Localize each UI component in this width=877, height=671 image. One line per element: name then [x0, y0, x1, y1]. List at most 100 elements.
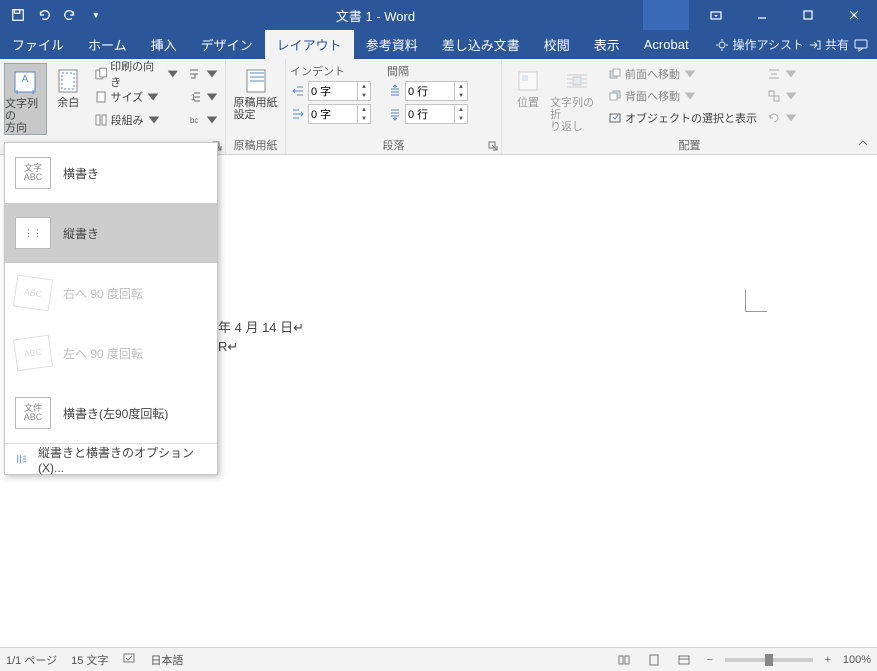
margins-label: 余白 — [57, 97, 79, 109]
save-button[interactable] — [6, 3, 30, 27]
direction-options-label: 縦書きと横書きのオプション(X)... — [38, 444, 207, 475]
align-button[interactable] — [765, 63, 800, 85]
window-title: 文書 1 - Word — [108, 6, 643, 25]
indent-left-input[interactable]: ▲▼ — [308, 81, 371, 101]
doc-line-1: 年 4 月 14 日↵ — [218, 317, 304, 336]
tab-mailings[interactable]: 差し込み文書 — [430, 30, 532, 59]
direction-vertical[interactable]: ⋮⋮縦書き — [5, 203, 217, 263]
language[interactable]: 日本語 — [150, 652, 183, 668]
ribbon-options-button[interactable] — [693, 0, 739, 30]
tab-acrobat[interactable]: Acrobat — [632, 30, 701, 59]
minimize-button[interactable] — [739, 0, 785, 30]
tab-review[interactable]: 校閲 — [532, 30, 582, 59]
paragraph-group-label: 段落 — [286, 136, 501, 154]
word-count[interactable]: 15 文字 — [71, 652, 108, 668]
collapse-ribbon-button[interactable] — [853, 134, 873, 152]
spacing-after-input[interactable]: ▲▼ — [405, 104, 468, 124]
send-backward-button[interactable]: 背面へ移動 — [606, 85, 759, 107]
view-read-mode[interactable] — [613, 651, 635, 669]
page-corner-mark — [745, 290, 767, 312]
qat-customize[interactable]: ▼ — [84, 3, 108, 27]
wrap-label: 文字列の折 り返し — [550, 97, 604, 133]
rotate-button[interactable] — [765, 107, 800, 129]
size-label: サイズ — [111, 89, 144, 105]
spacing-before-icon — [387, 83, 403, 99]
spellcheck-icon[interactable] — [122, 651, 136, 668]
ribbon: A 文字列の 方向 余白 印刷の向き サイズ 段組み 1 bc — [0, 59, 877, 155]
text-direction-label: 文字列の 方向 — [5, 98, 46, 134]
view-print-layout[interactable] — [643, 651, 665, 669]
text-direction-menu: 文字 ABC横書き ⋮⋮縦書き ABC右へ 90 度回転 ABC左へ 90 度回… — [4, 142, 218, 475]
tell-me[interactable]: 操作アシスト — [715, 36, 804, 53]
send-backward-label: 背面へ移動 — [625, 88, 680, 104]
tab-home[interactable]: ホーム — [76, 30, 139, 59]
margins-button[interactable]: 余白 — [47, 63, 90, 109]
view-web-layout[interactable] — [673, 651, 695, 669]
undo-button[interactable] — [32, 3, 56, 27]
tab-insert[interactable]: 挿入 — [139, 30, 189, 59]
direction-rotate-right-label: 右へ 90 度回転 — [63, 285, 143, 302]
zoom-out[interactable]: − — [703, 654, 717, 666]
manuscript-button[interactable]: 原稿用紙 設定 — [230, 63, 281, 121]
bring-forward-label: 前面へ移動 — [625, 66, 680, 82]
breaks-button[interactable] — [186, 63, 221, 85]
arrange-group-label: 配置 — [502, 136, 877, 154]
share-label: 共有 — [825, 36, 849, 53]
direction-horizontal[interactable]: 文字 ABC横書き — [5, 143, 217, 203]
bring-forward-button[interactable]: 前面へ移動 — [606, 63, 759, 85]
quick-access-toolbar: ▼ — [0, 3, 108, 27]
indent-right-icon — [290, 106, 306, 122]
spacing-title: 間隔 — [387, 63, 468, 79]
account-button[interactable] — [643, 0, 689, 30]
share-button[interactable]: 共有 — [808, 36, 849, 53]
feedback-button[interactable] — [853, 37, 869, 53]
group-button[interactable] — [765, 85, 800, 107]
svg-text:A: A — [22, 74, 29, 85]
direction-rotate-right: ABC右へ 90 度回転 — [5, 263, 217, 323]
paragraph-launcher[interactable] — [487, 140, 499, 152]
tab-references[interactable]: 参考資料 — [354, 30, 430, 59]
indent-right-input[interactable]: ▲▼ — [308, 104, 371, 124]
position-label: 位置 — [517, 97, 539, 109]
tab-design[interactable]: デザイン — [189, 30, 265, 59]
direction-horizontal-rotated-label: 横書き(左90度回転) — [63, 405, 168, 422]
selection-pane-button[interactable]: オブジェクトの選択と表示 — [606, 107, 759, 129]
tab-layout[interactable]: レイアウト — [265, 30, 354, 59]
zoom-slider[interactable] — [725, 658, 813, 662]
indent-title: インデント — [290, 63, 371, 79]
direction-vertical-label: 縦書き — [63, 225, 99, 242]
orientation-button[interactable]: 印刷の向き — [92, 63, 182, 85]
group-arrange: 位置 文字列の折 り返し 前面へ移動 背面へ移動 オブジェクトの選択と表示 配置 — [502, 59, 877, 154]
size-button[interactable]: サイズ — [92, 86, 182, 108]
direction-horizontal-label: 横書き — [63, 165, 99, 182]
status-bar: 1/1 ページ 15 文字 日本語 − + 100% — [0, 647, 877, 671]
window-controls — [643, 0, 877, 30]
redo-button[interactable] — [58, 3, 82, 27]
direction-horizontal-rotated[interactable]: 文件 ABC横書き(左90度回転) — [5, 383, 217, 443]
tell-me-label: 操作アシスト — [732, 36, 804, 53]
direction-options[interactable]: 縦書きと横書きのオプション(X)... — [5, 444, 217, 474]
manuscript-group-label: 原稿用紙 — [226, 136, 285, 154]
text-direction-button[interactable]: A 文字列の 方向 — [4, 63, 47, 135]
maximize-button[interactable] — [785, 0, 831, 30]
direction-rotate-left-label: 左へ 90 度回転 — [63, 345, 143, 362]
zoom-level[interactable]: 100% — [843, 654, 871, 666]
tab-file[interactable]: ファイル — [0, 30, 76, 59]
group-page-setup: A 文字列の 方向 余白 印刷の向き サイズ 段組み 1 bc — [0, 59, 226, 154]
zoom-in[interactable]: + — [821, 654, 835, 666]
position-button[interactable]: 位置 — [506, 63, 550, 109]
page-count[interactable]: 1/1 ページ — [6, 652, 57, 668]
line-numbers-button[interactable]: 1 — [186, 86, 221, 108]
columns-button[interactable]: 段組み — [92, 109, 182, 131]
columns-label: 段組み — [111, 112, 144, 128]
wrap-button[interactable]: 文字列の折 り返し — [550, 63, 604, 133]
hyphenation-button[interactable]: bc — [186, 109, 221, 131]
spacing-before-input[interactable]: ▲▼ — [405, 81, 468, 101]
manuscript-label: 原稿用紙 設定 — [234, 97, 278, 121]
group-paragraph: インデント ▲▼ ▲▼ 間隔 ▲▼ ▲▼ 段落 — [286, 59, 502, 154]
title-bar: ▼ 文書 1 - Word — [0, 0, 877, 30]
direction-rotate-left: ABC左へ 90 度回転 — [5, 323, 217, 383]
ribbon-tabs: ファイル ホーム 挿入 デザイン レイアウト 参考資料 差し込み文書 校閲 表示… — [0, 30, 877, 59]
tab-view[interactable]: 表示 — [582, 30, 632, 59]
close-button[interactable] — [831, 0, 877, 30]
